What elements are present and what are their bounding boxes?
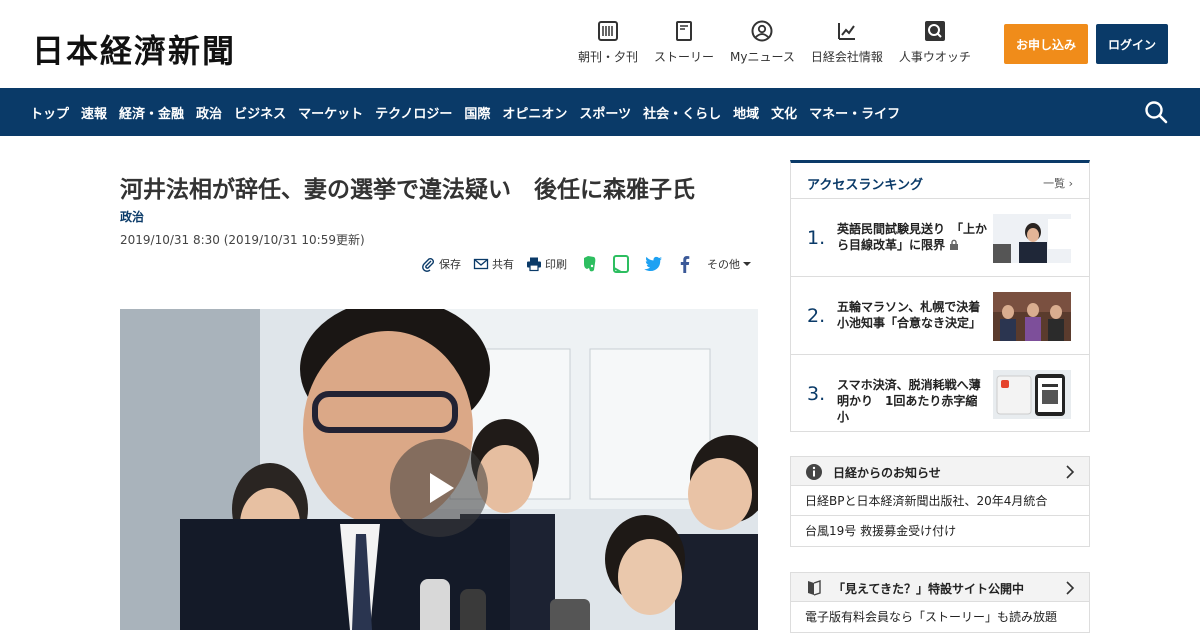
ranking-item[interactable]: 1. 英語民間試験見送り 「上から目線改革」に限界 [791,199,1089,277]
newspaper-icon [598,21,618,41]
print-button[interactable]: 印刷 [526,256,567,272]
ranking-number: 1. [807,227,826,249]
header-nav-mynews[interactable]: Myニュース [724,20,801,65]
article-category-link[interactable]: 政治 [120,208,144,225]
info-icon [806,464,822,480]
lock-icon [950,239,959,250]
ranking-thumbnail [993,214,1071,263]
header-nav-label: ストーリー [654,50,715,64]
header-nav-personnel[interactable]: 人事ウオッチ [893,20,977,65]
header-nav-label: 人事ウオッチ [898,50,971,64]
ranking-headline: スマホ決済、脱消耗戦へ薄明かり 1回あたり赤字縮小 [837,378,981,424]
twitter-icon[interactable] [643,254,663,274]
ranking-more-link[interactable]: 一覧 › [1043,175,1073,191]
ranking-header: アクセスランキング 一覧 › [791,163,1089,199]
login-button[interactable]: ログイン [1096,24,1168,64]
nav-item-society[interactable]: 社会・くらし [637,103,727,122]
mail-icon [473,258,489,270]
promo-panel: 「見えてきた？」特設サイト公開中 電子版有料会員なら「ストーリー」も読み放題 [790,572,1090,633]
nav-item-region[interactable]: 地域 [727,103,765,122]
bookmark-note-icon[interactable] [611,254,631,274]
nav-item-technology[interactable]: テクノロジー [369,103,458,122]
ranking-headline: 英語民間試験見送り 「上から目線改革」に限界 [837,221,987,253]
article-date: 2019/10/31 8:30 (2019/10/31 10:59更新) [120,233,365,247]
header-nav-label: 日経会社情報 [810,50,883,64]
site-header: 日本経濟新聞 朝刊・夕刊 ストーリー Myニュース 日経会社情報 人事ウオッチ … [0,0,1200,88]
ranking-item[interactable]: 3. スマホ決済、脱消耗戦へ薄明かり 1回あたり赤字縮小 [791,355,1089,433]
access-ranking-panel: アクセスランキング 一覧 › 1. 英語民間試験見送り 「上から目線改革」に限界 [790,160,1090,432]
caret-down-icon [743,262,751,266]
nav-item-breaking[interactable]: 速報 [75,103,113,122]
nav-item-culture[interactable]: 文化 [765,103,803,122]
nav-item-opinion[interactable]: オピニオン [496,103,573,122]
notice-panel: 日経からのお知らせ 日経BPと日本経済新聞出版社、20年4月統合 台風19号 救… [790,456,1090,547]
promo-header[interactable]: 「見えてきた？」特設サイト公開中 [791,573,1089,602]
evernote-icon[interactable] [579,254,599,274]
search-icon[interactable] [1144,100,1168,124]
header-nav-newspaper[interactable]: 朝刊・夕刊 [572,20,644,65]
chevron-right-icon [1066,581,1075,595]
book-open-icon [808,580,821,596]
book-icon [676,21,693,41]
ranking-headline: 五輪マラソン、札幌で決着 小池知事「合意なき決定」 [837,300,993,330]
search-person-icon [924,21,945,41]
video-play-button[interactable] [390,439,488,537]
nav-item-money[interactable]: マネー・ライフ [803,103,906,122]
ranking-title: アクセスランキング [807,178,923,193]
print-label: 印刷 [545,258,567,271]
notice-title: 日経からのお知らせ [833,466,941,480]
share-button[interactable]: 共有 [473,256,514,272]
nav-item-politics[interactable]: 政治 [190,103,228,122]
paperclip-icon [422,258,434,272]
nav-item-international[interactable]: 国際 [458,103,496,122]
save-button[interactable]: 保存 [420,256,461,272]
ranking-thumbnail [993,370,1071,419]
more-label: その他 [707,258,740,271]
play-icon [430,473,454,503]
facebook-icon[interactable] [675,254,695,274]
site-logo[interactable]: 日本経濟新聞 [32,26,236,72]
navbar-list: トップ 速報 経済・金融 政治 ビジネス マーケット テクノロジー 国際 オピニ… [24,88,906,136]
nav-item-market[interactable]: マーケット [292,103,369,122]
article-title: 河井法相が辞任、妻の選挙で違法疑い 後任に森雅子氏 [120,177,695,203]
header-nav-label: 朝刊・夕刊 [578,50,639,64]
promo-title: 「見えてきた？」特設サイト公開中 [833,582,1025,596]
nav-item-economy[interactable]: 経済・金融 [113,103,190,122]
ranking-number: 3. [807,383,826,405]
share-label: 共有 [492,258,514,271]
ranking-more-label: 一覧 [1043,177,1066,190]
ranking-item[interactable]: 2. 五輪マラソン、札幌で決着 小池知事「合意なき決定」 [791,277,1089,355]
header-nav: 朝刊・夕刊 ストーリー Myニュース 日経会社情報 人事ウオッチ [572,20,981,65]
save-label: 保存 [439,258,461,271]
notice-header[interactable]: 日経からのお知らせ [791,457,1089,486]
nav-item-top[interactable]: トップ [24,103,75,122]
header-nav-label: Myニュース [730,50,795,64]
chevron-right-icon: › [1068,177,1073,190]
notice-item[interactable]: 日経BPと日本経済新聞出版社、20年4月統合 [791,486,1089,516]
nav-item-business[interactable]: ビジネス [228,103,292,122]
header-nav-story[interactable]: ストーリー [648,20,720,65]
more-share-button[interactable]: その他 [707,256,752,272]
ranking-number: 2. [807,305,826,327]
printer-icon [527,257,541,272]
chart-icon [837,23,855,40]
ranking-headline-text: 英語民間試験見送り 「上から目線改革」に限界 [837,222,988,252]
chevron-right-icon [1066,465,1075,479]
promo-item[interactable]: 電子版有料会員なら「ストーリー」も読み放題 [791,602,1089,632]
header-nav-company[interactable]: 日経会社情報 [805,20,889,65]
share-toolbar: 保存 共有 印刷 その他 [420,253,752,275]
main-navbar: トップ 速報 経済・金融 政治 ビジネス マーケット テクノロジー 国際 オピニ… [0,88,1200,136]
notice-item[interactable]: 台風19号 救援募金受け付け [791,516,1089,546]
subscribe-button[interactable]: お申し込み [1004,24,1088,64]
nav-item-sports[interactable]: スポーツ [573,103,637,122]
user-icon [751,20,773,42]
ranking-thumbnail [993,292,1071,341]
